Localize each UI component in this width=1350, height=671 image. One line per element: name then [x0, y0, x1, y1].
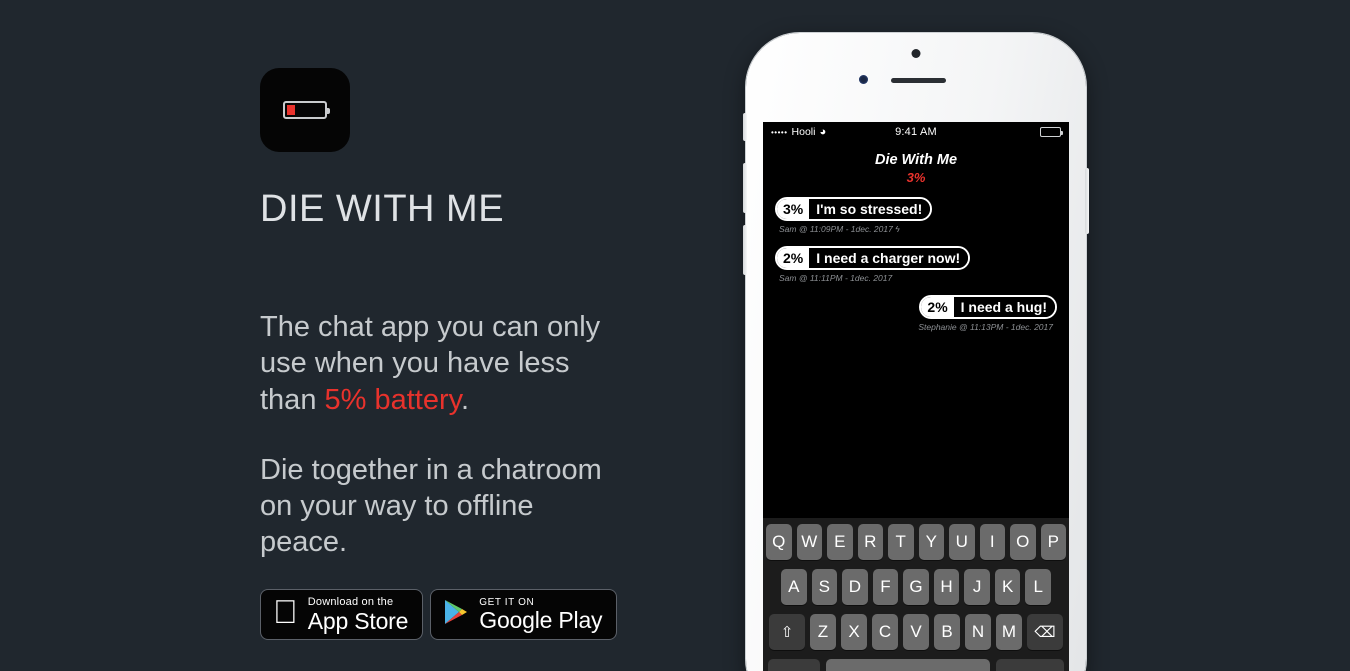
key-r[interactable]: R [857, 524, 883, 560]
app-icon [260, 68, 350, 152]
phone-mockup: ••••• Hooli ◕ 9:41 AM Die With Me 3% 3% … [743, 33, 1089, 671]
landing-page: DIE WITH ME The chat app you can only us… [0, 0, 1350, 671]
space-key[interactable]: space [826, 659, 990, 671]
key-g[interactable]: G [903, 569, 929, 605]
key-n[interactable]: N [965, 614, 991, 650]
page-title: DIE WITH ME [260, 188, 505, 230]
message-text: I'm so stressed! [809, 199, 931, 219]
message-battery-badge: 3% [777, 199, 810, 219]
message-bubble: 3% I'm so stressed! [775, 197, 933, 221]
key-h[interactable]: H [933, 569, 960, 605]
return-key[interactable]: return [996, 659, 1064, 671]
backspace-key-icon[interactable]: ⌫ [1027, 614, 1063, 650]
list-item: 2% I need a hug! Stephanie @ 11:13PM - 1… [775, 295, 1057, 332]
proximity-sensor-icon [859, 75, 868, 84]
key-v[interactable]: V [903, 614, 929, 650]
google-play-icon [443, 598, 469, 631]
chat-room-title: Die With Me [874, 152, 958, 168]
description-paragraph-2: Die together in a chatroom on your way t… [260, 453, 602, 559]
power-button[interactable] [1085, 168, 1089, 234]
shift-key-icon[interactable]: ⇧ [769, 614, 805, 650]
google-play-bottom-text: Google Play [454, 607, 602, 634]
key-o[interactable]: O [1010, 524, 1036, 560]
key-a[interactable]: A [780, 569, 807, 605]
chat-battery-percent: 3% [906, 170, 926, 185]
battery-low-icon [1040, 127, 1063, 137]
hero-left-column: DIE WITH ME The chat app you can only us… [260, 68, 680, 561]
status-bar: ••••• Hooli ◕ 9:41 AM [763, 122, 1069, 142]
key-x[interactable]: X [841, 614, 867, 650]
google-play-button[interactable]: GET IT ON Google Play [430, 589, 618, 640]
message-bubble: 2% I need a hug! [919, 295, 1057, 319]
phone-top-bezel [746, 33, 1086, 93]
key-d[interactable]: D [842, 569, 868, 605]
volume-up-button[interactable] [743, 163, 747, 213]
key-w[interactable]: W [796, 524, 822, 560]
phone-screen: ••••• Hooli ◕ 9:41 AM Die With Me 3% 3% … [763, 122, 1069, 671]
message-list: 3% I'm so stressed! Sam @ 11:09PM - 1dec… [763, 185, 1069, 332]
low-battery-icon [283, 101, 330, 119]
keyboard-row-1: Q W E R T Y U I O P [766, 524, 1066, 560]
message-text: I need a hug! [953, 297, 1055, 317]
status-bar-time: 9:41 AM [895, 126, 937, 138]
message-meta: Stephanie @ 11:13PM - 1dec. 2017 [918, 322, 1053, 332]
message-bubble: 2% I need a charger now! [775, 246, 971, 270]
message-text: I need a charger now! [809, 248, 969, 268]
list-item: 3% I'm so stressed! Sam @ 11:09PM - 1dec… [775, 197, 1057, 234]
store-badges:  Download on the App Store GET IT ON Go… [260, 589, 618, 640]
keyboard-row-2: A S D F G H J K L [766, 569, 1066, 605]
status-bar-right [1040, 127, 1063, 137]
key-u[interactable]: U [949, 524, 975, 560]
description-paragraph-1: The chat app you can only use when you h… [260, 309, 605, 418]
message-battery-badge: 2% [777, 248, 810, 268]
key-q[interactable]: Q [766, 524, 792, 560]
key-b[interactable]: B [934, 614, 960, 650]
google-play-label: GET IT ON Google Play [479, 597, 602, 633]
chat-header: Die With Me 3% [763, 142, 1069, 185]
key-t[interactable]: T [888, 524, 914, 560]
desc-text-2: . [460, 383, 470, 416]
earpiece-speaker [891, 78, 946, 83]
app-store-top-text: Download on the [283, 596, 393, 609]
key-f[interactable]: F [872, 569, 899, 605]
mute-switch[interactable] [743, 113, 747, 141]
volume-down-button[interactable] [743, 225, 747, 275]
key-l[interactable]: L [1025, 569, 1052, 605]
key-m[interactable]: M [996, 614, 1022, 650]
app-store-label: Download on the App Store [308, 596, 409, 633]
on-screen-keyboard: Q W E R T Y U I O P A S D F G H J K L ⇧ … [763, 518, 1069, 671]
key-k[interactable]: K [994, 569, 1021, 605]
app-store-button[interactable]:  Download on the App Store [260, 589, 424, 640]
numbers-key[interactable]: .?123 [768, 659, 820, 671]
apple-icon:  [273, 595, 298, 628]
key-i[interactable]: I [979, 524, 1005, 560]
desc-accent: 5% battery [324, 383, 461, 416]
message-battery-badge: 2% [921, 297, 954, 317]
key-j[interactable]: J [964, 569, 990, 605]
key-p[interactable]: P [1040, 524, 1066, 560]
keyboard-row-4: .?123 space return [766, 659, 1066, 671]
message-meta: Sam @ 11:09PM - 1dec. 2017 ϟ [779, 224, 900, 234]
key-y[interactable]: Y [918, 524, 944, 560]
hero-description: The chat app you can only use when you h… [260, 309, 605, 561]
key-s[interactable]: S [811, 569, 838, 605]
app-store-bottom-text: App Store [283, 607, 409, 634]
key-e[interactable]: E [827, 524, 853, 560]
list-item: 2% I need a charger now! Sam @ 11:11PM -… [775, 246, 1057, 283]
message-meta: Sam @ 11:11PM - 1dec. 2017 [779, 273, 893, 283]
key-c[interactable]: C [872, 614, 898, 650]
battery-fill [287, 105, 295, 115]
keyboard-row-3: ⇧ Z X C V B N M ⌫ [766, 614, 1066, 650]
front-camera-icon [911, 49, 921, 58]
key-z[interactable]: Z [810, 614, 836, 650]
